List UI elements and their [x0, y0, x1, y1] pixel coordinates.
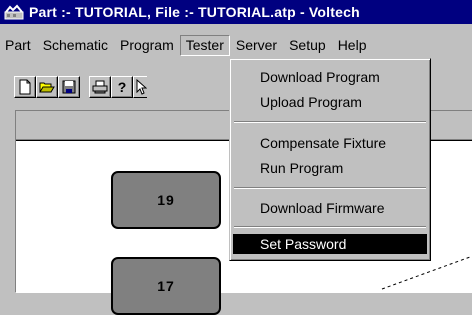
context-help-icon	[136, 79, 147, 95]
new-file-icon	[19, 79, 31, 95]
app-icon[interactable]	[4, 4, 24, 20]
open-file-button[interactable]	[36, 76, 58, 98]
context-help-button[interactable]	[133, 76, 147, 98]
menu-program[interactable]: Program	[114, 35, 180, 55]
new-file-button[interactable]	[14, 76, 36, 98]
menu-item-download-program[interactable]: Download Program	[233, 67, 427, 87]
menu-separator	[234, 187, 426, 189]
menu-bar: Part Schematic Program Tester Server Set…	[0, 34, 472, 56]
print-icon	[92, 80, 108, 94]
help-icon: ?	[118, 79, 127, 95]
help-button[interactable]: ?	[111, 76, 133, 98]
svg-text:?: ?	[118, 79, 127, 95]
menu-item-upload-program[interactable]: Upload Program	[233, 92, 427, 112]
pin-box[interactable]: 17	[111, 257, 221, 315]
menu-setup[interactable]: Setup	[283, 35, 332, 55]
menu-help[interactable]: Help	[332, 35, 373, 55]
open-folder-icon	[39, 82, 55, 93]
tester-menu-dropdown: Download Program Upload Program Compensa…	[229, 58, 431, 261]
menu-tester[interactable]: Tester	[179, 34, 230, 56]
menu-separator	[234, 226, 426, 228]
menu-item-download-firmware[interactable]: Download Firmware	[233, 198, 427, 218]
menu-separator	[234, 121, 426, 123]
menu-server[interactable]: Server	[230, 35, 283, 55]
window-title: Part :- TUTORIAL, File :- TUTORIAL.atp -…	[29, 4, 360, 20]
save-disk-icon	[62, 80, 76, 94]
menu-item-compensate-fixture[interactable]: Compensate Fixture	[233, 133, 427, 153]
menu-item-set-password[interactable]: Set Password	[233, 234, 427, 254]
menu-schematic[interactable]: Schematic	[37, 35, 114, 55]
save-button[interactable]	[58, 76, 80, 98]
menu-item-run-program[interactable]: Run Program	[233, 158, 427, 178]
menu-part[interactable]: Part	[0, 35, 37, 55]
pin-box[interactable]: 19	[111, 171, 221, 229]
print-button[interactable]	[89, 76, 111, 98]
title-bar: Part :- TUTORIAL, File :- TUTORIAL.atp -…	[0, 0, 472, 24]
